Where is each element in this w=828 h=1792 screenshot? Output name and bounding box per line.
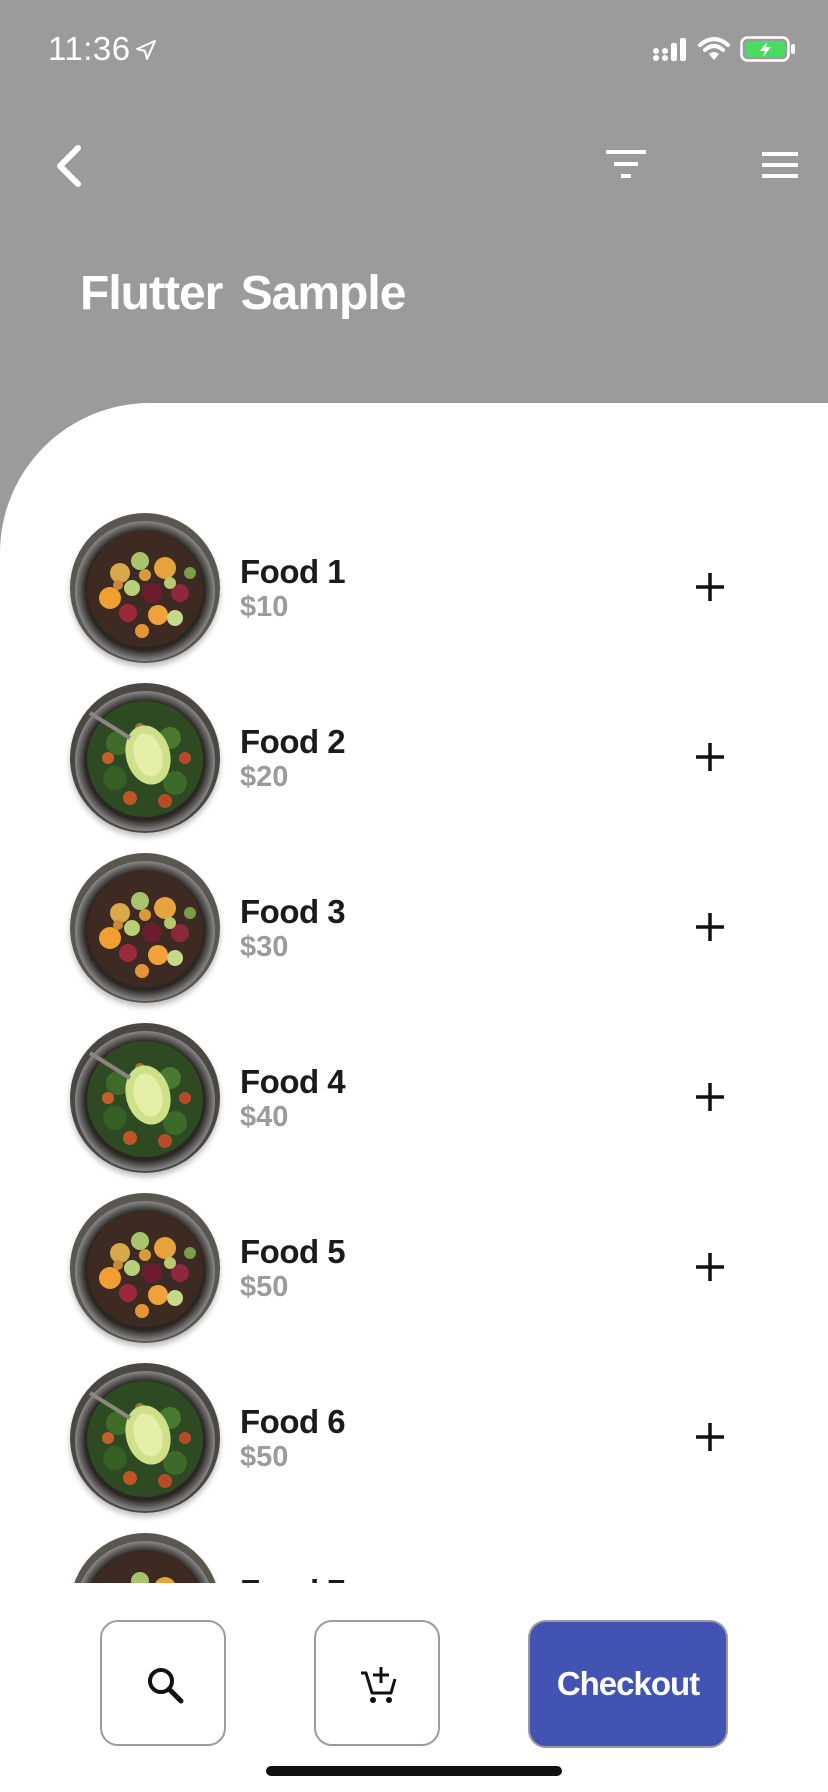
- location-arrow-icon: [136, 40, 156, 60]
- checkout-button[interactable]: Checkout: [528, 1620, 728, 1748]
- add-to-cart-button[interactable]: [314, 1620, 440, 1746]
- add-icon[interactable]: [690, 567, 730, 607]
- food-image: [70, 513, 220, 663]
- food-price: $50: [240, 1271, 289, 1303]
- food-image: [70, 1533, 220, 1583]
- wifi-icon: [698, 37, 730, 60]
- food-price: $40: [240, 1101, 289, 1133]
- food-image: [70, 1193, 220, 1343]
- list-item[interactable]: Food 5 $50: [0, 1193, 828, 1363]
- list-item[interactable]: Food 1 $10: [0, 513, 828, 683]
- page-title: Flutter Sample: [80, 267, 406, 320]
- food-image: [70, 1363, 220, 1513]
- food-price: $30: [240, 931, 289, 963]
- add-icon[interactable]: [690, 1077, 730, 1117]
- list-item[interactable]: Food 2 $20: [0, 683, 828, 853]
- back-arrow-icon[interactable]: [50, 142, 90, 190]
- home-indicator: [266, 1766, 562, 1776]
- filter-icon[interactable]: [604, 148, 648, 182]
- food-image: [70, 683, 220, 833]
- food-name: Food 6: [240, 1403, 346, 1440]
- content-panel: Food 1 $10 Food 2 $20 Food 3 $30 Food 4 …: [0, 403, 828, 1792]
- food-name: Food 5: [240, 1233, 346, 1270]
- status-bar: 11:36: [0, 0, 828, 100]
- food-list: Food 1 $10 Food 2 $20 Food 3 $30 Food 4 …: [0, 513, 828, 1583]
- list-item[interactable]: Food 6 $50: [0, 1363, 828, 1533]
- list-item[interactable]: Food 7: [0, 1533, 828, 1583]
- search-button[interactable]: [100, 1620, 226, 1746]
- food-price: $10: [240, 591, 289, 623]
- add-icon[interactable]: [690, 1417, 730, 1457]
- add-icon[interactable]: [690, 737, 730, 777]
- food-name: Food 7: [240, 1573, 346, 1583]
- menu-icon[interactable]: [760, 150, 800, 180]
- battery-charging-icon: [740, 36, 795, 62]
- food-price: $20: [240, 761, 289, 793]
- food-image: [70, 853, 220, 1003]
- food-image: [70, 1023, 220, 1173]
- add-to-cart-icon: [361, 1667, 397, 1703]
- bottom-bar: Checkout: [0, 1590, 828, 1792]
- list-item[interactable]: Food 4 $40: [0, 1023, 828, 1193]
- add-icon[interactable]: [690, 1247, 730, 1287]
- food-name: Food 2: [240, 723, 346, 760]
- add-icon[interactable]: [690, 907, 730, 947]
- food-price: $50: [240, 1441, 289, 1473]
- search-icon: [148, 1668, 184, 1704]
- food-name: Food 1: [240, 553, 346, 590]
- food-name: Food 4: [240, 1063, 346, 1100]
- status-time: 11:36: [48, 30, 131, 67]
- food-name: Food 3: [240, 893, 346, 930]
- cellular-signal-icon: [653, 38, 686, 61]
- list-item[interactable]: Food 3 $30: [0, 853, 828, 1023]
